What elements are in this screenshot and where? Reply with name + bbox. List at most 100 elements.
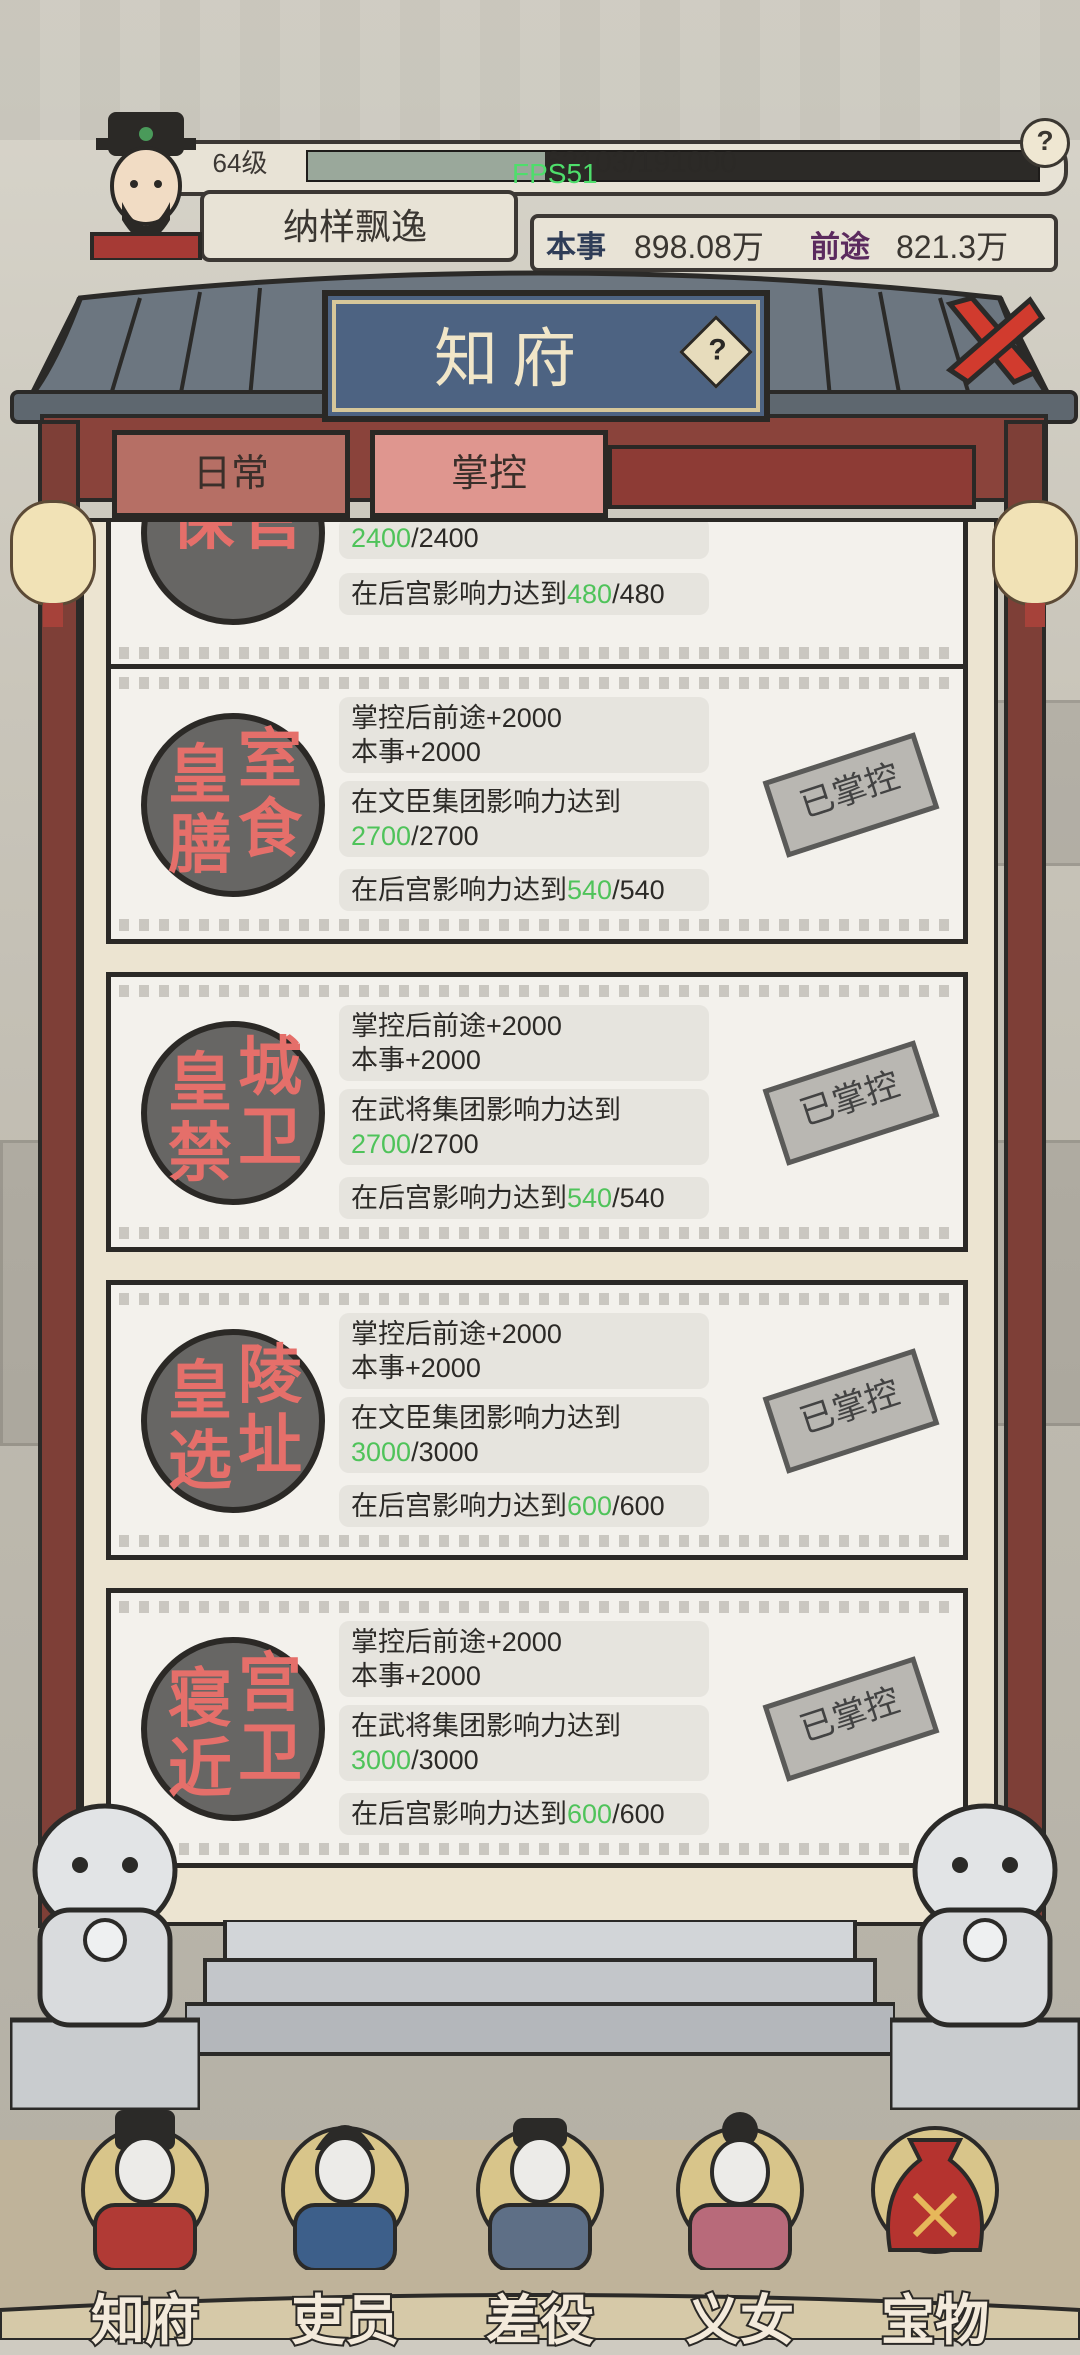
seal-char: 卫 bbox=[238, 1716, 302, 1791]
reward-skill: 本事+2000 bbox=[351, 1045, 481, 1075]
nav-label: 知府 bbox=[89, 2286, 201, 2354]
lantern-left bbox=[10, 500, 96, 627]
control-list[interactable]: 保 官 2400/2400 在后宫影响力达到480/480 皇 室 膳 食 掌控… bbox=[80, 518, 998, 1926]
req-green: 2700 bbox=[351, 1129, 412, 1159]
req-total: /600 bbox=[612, 1491, 665, 1521]
fps-counter: FPS51 bbox=[512, 158, 598, 189]
req-total: /540 bbox=[612, 1183, 665, 1213]
card-seal: 保 官 bbox=[141, 518, 325, 625]
req-text: 在武将集团影响力达到 bbox=[351, 1711, 621, 1741]
nav-magistrate[interactable]: 知府 bbox=[50, 2100, 240, 2354]
seal-char: 址 bbox=[238, 1408, 302, 1483]
reward-prospect: 掌控后前途+2000 bbox=[351, 1319, 562, 1349]
req-green: 2400 bbox=[351, 523, 412, 553]
magistrate-portrait-icon bbox=[81, 2110, 209, 2270]
card-seal: 皇 室 膳 食 bbox=[141, 713, 325, 897]
control-card: 皇 城 禁 卫 掌控后前途+2000 本事+2000 在武将集团影响力达到 27… bbox=[106, 972, 968, 1252]
req-text: 在后宫影响力达到 bbox=[351, 1183, 567, 1213]
req-text: 在文臣集团影响力达到 bbox=[351, 1403, 621, 1433]
req-text: 在文臣集团影响力达到 bbox=[351, 787, 621, 817]
nav-label: 宝物 bbox=[879, 2286, 991, 2354]
req-text: 在后宫影响力达到 bbox=[351, 579, 567, 609]
daughter-portrait-icon bbox=[676, 2112, 804, 2270]
nav-daughter[interactable]: 义女 bbox=[645, 2100, 835, 2354]
seal-char: 皇 bbox=[168, 1046, 232, 1121]
nav-label: 差役 bbox=[484, 2286, 596, 2354]
clerk-portrait-icon bbox=[281, 2125, 409, 2270]
card-requirement-2: 在后宫影响力达到540/540 bbox=[339, 1177, 709, 1219]
req-total: /480 bbox=[612, 579, 665, 609]
card-seal: 皇 陵 选 址 bbox=[141, 1329, 325, 1513]
card-requirement-1: 在武将集团影响力达到 2700/2700 bbox=[339, 1089, 709, 1165]
stone-lion-right bbox=[890, 1803, 1080, 2110]
stone-lion-left bbox=[10, 1803, 200, 2110]
reward-prospect: 掌控后前途+2000 bbox=[351, 1627, 562, 1657]
card-requirement-2: 在后宫影响力达到480/480 bbox=[339, 573, 709, 615]
seal-char: 城 bbox=[238, 1030, 302, 1105]
constable-portrait-icon bbox=[476, 2118, 604, 2270]
control-card: 寝 宫 近 卫 掌控后前途+2000 本事+2000 在武将集团影响力达到 30… bbox=[106, 1588, 968, 1868]
card-requirement-1: 在文臣集团影响力达到 3000/3000 bbox=[339, 1397, 709, 1473]
req-text: 在武将集团影响力达到 bbox=[351, 1095, 621, 1125]
seal-char: 卫 bbox=[238, 1100, 302, 1175]
controlled-stamp: 已掌控 bbox=[762, 1040, 940, 1166]
req-total: /2700 bbox=[411, 1129, 479, 1159]
treasure-bag-icon bbox=[871, 2126, 999, 2254]
tab-bar-filler bbox=[608, 445, 976, 509]
card-seal: 皇 城 禁 卫 bbox=[141, 1021, 325, 1205]
req-total: /3000 bbox=[411, 1745, 479, 1775]
seal-char: 选 bbox=[168, 1424, 232, 1499]
seal-char: 禁 bbox=[168, 1116, 232, 1191]
req-total: /600 bbox=[612, 1799, 665, 1829]
reward-skill: 本事+2000 bbox=[351, 1353, 481, 1383]
control-card: 皇 陵 选 址 掌控后前途+2000 本事+2000 在文臣集团影响力达到 30… bbox=[106, 1280, 968, 1560]
card-rewards: 掌控后前途+2000 本事+2000 bbox=[339, 1621, 709, 1697]
card-requirement-2: 在后宫影响力达到600/600 bbox=[339, 1793, 709, 1835]
reward-prospect: 掌控后前途+2000 bbox=[351, 703, 562, 733]
seal-char: 保 bbox=[170, 518, 234, 559]
req-green: 480 bbox=[567, 579, 613, 609]
req-text: 在后宫影响力达到 bbox=[351, 1799, 567, 1829]
req-green: 3000 bbox=[351, 1745, 412, 1775]
reward-skill: 本事+2000 bbox=[351, 1661, 481, 1691]
tab-control[interactable]: 掌控 bbox=[370, 430, 608, 518]
card-requirement-2: 在后宫影响力达到540/540 bbox=[339, 869, 709, 911]
card-rewards: 掌控后前途+2000 本事+2000 bbox=[339, 1313, 709, 1389]
seal-char: 室 bbox=[238, 722, 302, 797]
help-icon[interactable]: ? bbox=[1020, 118, 1070, 168]
req-text: 在后宫影响力达到 bbox=[351, 875, 567, 905]
controlled-stamp: 已掌控 bbox=[762, 1348, 940, 1474]
controlled-stamp: 已掌控 bbox=[762, 1656, 940, 1782]
tab-daily[interactable]: 日常 bbox=[112, 430, 350, 518]
req-green: 600 bbox=[567, 1799, 613, 1829]
card-requirement-1: 在武将集团影响力达到 3000/3000 bbox=[339, 1705, 709, 1781]
reward-prospect: 掌控后前途+2000 bbox=[351, 1011, 562, 1041]
panel-title: 知府 bbox=[434, 323, 590, 397]
gate-pillar-left bbox=[38, 420, 80, 1928]
req-green: 540 bbox=[567, 1183, 613, 1213]
player-name: 纳样飘逸 bbox=[282, 206, 427, 247]
card-rewards: 掌控后前途+2000 本事+2000 bbox=[339, 1005, 709, 1081]
card-requirement-1: 2400/2400 bbox=[339, 522, 709, 559]
nav-constable[interactable]: 差役 bbox=[445, 2100, 635, 2354]
seal-char: 官 bbox=[240, 518, 304, 559]
nav-label: 吏员 bbox=[289, 2286, 401, 2354]
control-card: 皇 室 膳 食 掌控后前途+2000 本事+2000 在文臣集团影响力达到 27… bbox=[106, 664, 968, 944]
close-icon[interactable] bbox=[938, 290, 1048, 390]
req-total: /3000 bbox=[411, 1437, 479, 1467]
seal-char: 食 bbox=[238, 792, 302, 867]
controlled-stamp: 已掌控 bbox=[762, 732, 940, 858]
req-total: /540 bbox=[612, 875, 665, 905]
nav-label: 义女 bbox=[684, 2286, 796, 2354]
control-card: 保 官 2400/2400 在后宫影响力达到480/480 bbox=[106, 518, 968, 672]
seal-char: 陵 bbox=[238, 1338, 302, 1413]
reward-skill: 本事+2000 bbox=[351, 737, 481, 767]
req-green: 600 bbox=[567, 1491, 613, 1521]
player-avatar[interactable] bbox=[86, 110, 206, 260]
nav-clerk[interactable]: 吏员 bbox=[250, 2100, 440, 2354]
card-requirement-1: 在文臣集团影响力达到 2700/2700 bbox=[339, 781, 709, 857]
nav-treasure[interactable]: 宝物 bbox=[840, 2100, 1030, 2354]
gate-stairs bbox=[185, 1920, 895, 2056]
level-badge: 64级 bbox=[212, 148, 268, 178]
lantern-right bbox=[992, 500, 1078, 627]
